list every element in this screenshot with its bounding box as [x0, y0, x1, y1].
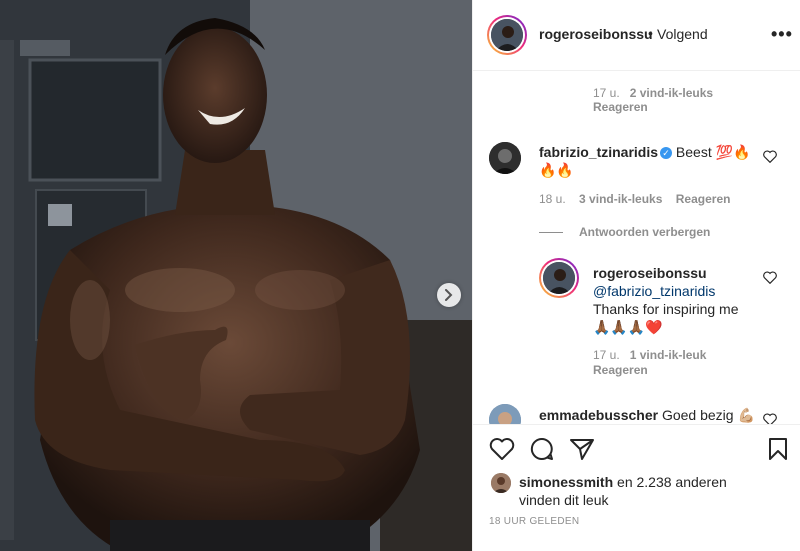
post-author-username[interactable]: rogeroseibonssu	[539, 26, 653, 42]
comment-username[interactable]: rogeroseibonssu	[593, 265, 707, 281]
avatar-image	[489, 404, 521, 424]
liker-username[interactable]: simonessmith	[519, 474, 613, 490]
comment-body: Goed bezig	[661, 407, 734, 423]
comment-like-icon[interactable]	[763, 150, 777, 163]
likes-others[interactable]: en 2.238 anderen	[617, 474, 727, 490]
avatar-image	[491, 19, 523, 51]
likes-suffix: vinden dit leuk	[519, 492, 609, 508]
divider	[539, 232, 563, 233]
comment-likes[interactable]: 1 vind-ik-leuk	[630, 348, 707, 362]
comment-likes[interactable]: 2 vind-ik-leuks	[630, 86, 713, 100]
avatar[interactable]	[489, 142, 521, 174]
comments-list[interactable]: 17 u. 2 vind-ik-leuks Reageren fabrizio_…	[473, 72, 800, 424]
post-header: rogeroseibonssu • Volgend •••	[473, 0, 800, 71]
comment-meta: 17 u. 2 vind-ik-leuks	[593, 86, 713, 100]
post-photo[interactable]	[0, 0, 472, 551]
avatar-image	[489, 142, 521, 174]
avatar-image	[543, 262, 575, 294]
comment-text: rogeroseibonssu @fabrizio_tzinaridis Tha…	[593, 264, 763, 336]
post-timestamp[interactable]: 18 UUR GELEDEN	[489, 516, 579, 527]
chevron-right-icon	[445, 289, 453, 301]
comment-username[interactable]: fabrizio_tzinaridis	[539, 144, 658, 160]
avatar[interactable]	[491, 473, 511, 493]
avatar[interactable]	[491, 19, 523, 51]
comment-like-icon[interactable]	[763, 413, 777, 424]
comment-time: 18 u.	[539, 192, 566, 206]
post-actions: simonessmith en 2.238 anderen vinden dit…	[473, 424, 800, 551]
hide-replies-button[interactable]: Antwoorden verbergen	[579, 225, 710, 239]
avatar[interactable]	[543, 262, 575, 294]
comment-likes[interactable]: 3 vind-ik-leuks	[579, 192, 662, 206]
next-photo-button[interactable]	[437, 283, 461, 307]
bookmark-icon[interactable]	[767, 437, 789, 461]
reply-button[interactable]: Reageren	[593, 100, 648, 114]
comment-text: emmadebusscher Goed bezig 💪🏼	[539, 406, 769, 424]
paper-plane-icon[interactable]	[569, 437, 595, 461]
reply-button[interactable]: Reageren	[676, 192, 731, 206]
post-image	[0, 0, 472, 551]
comment-time: 17 u.	[593, 86, 620, 100]
verified-badge-icon: ✓	[660, 147, 673, 159]
comment-emoji: 🔥🔥	[539, 162, 574, 178]
heart-icon[interactable]	[489, 437, 515, 461]
comment-icon[interactable]	[529, 437, 555, 461]
avatar-image	[491, 473, 511, 493]
comment-meta: 17 u. 1 vind-ik-leuk	[593, 348, 706, 362]
more-options-icon[interactable]: •••	[771, 24, 793, 45]
mention-link[interactable]: @fabrizio_tzinaridis	[593, 283, 715, 299]
comment-emoji: 💪🏼	[737, 407, 755, 423]
following-button[interactable]: Volgend	[657, 26, 708, 42]
comment-username[interactable]: emmadebusscher	[539, 407, 658, 423]
reply-button[interactable]: Reageren	[593, 363, 648, 377]
comment-like-icon[interactable]	[763, 271, 777, 284]
comment-text: fabrizio_tzinaridis ✓ Beest 💯🔥 🔥🔥	[539, 143, 769, 179]
comment-meta: 18 u. 3 vind-ik-leuks Reageren	[539, 192, 730, 206]
separator-dot: •	[648, 25, 653, 41]
comment-emoji: 💯🔥	[715, 144, 751, 160]
likes-summary: simonessmith en 2.238 anderen vinden dit…	[519, 473, 727, 509]
comment-time: 17 u.	[593, 348, 620, 362]
post-sidebar: rogeroseibonssu • Volgend ••• 17 u. 2 vi…	[472, 0, 800, 551]
avatar[interactable]	[489, 404, 521, 424]
comment-emoji: 🙏🏾🙏🏾🙏🏾❤️	[593, 319, 663, 335]
comment-body: Beest	[675, 144, 712, 160]
comment-body: Thanks for inspiring me	[593, 301, 739, 317]
